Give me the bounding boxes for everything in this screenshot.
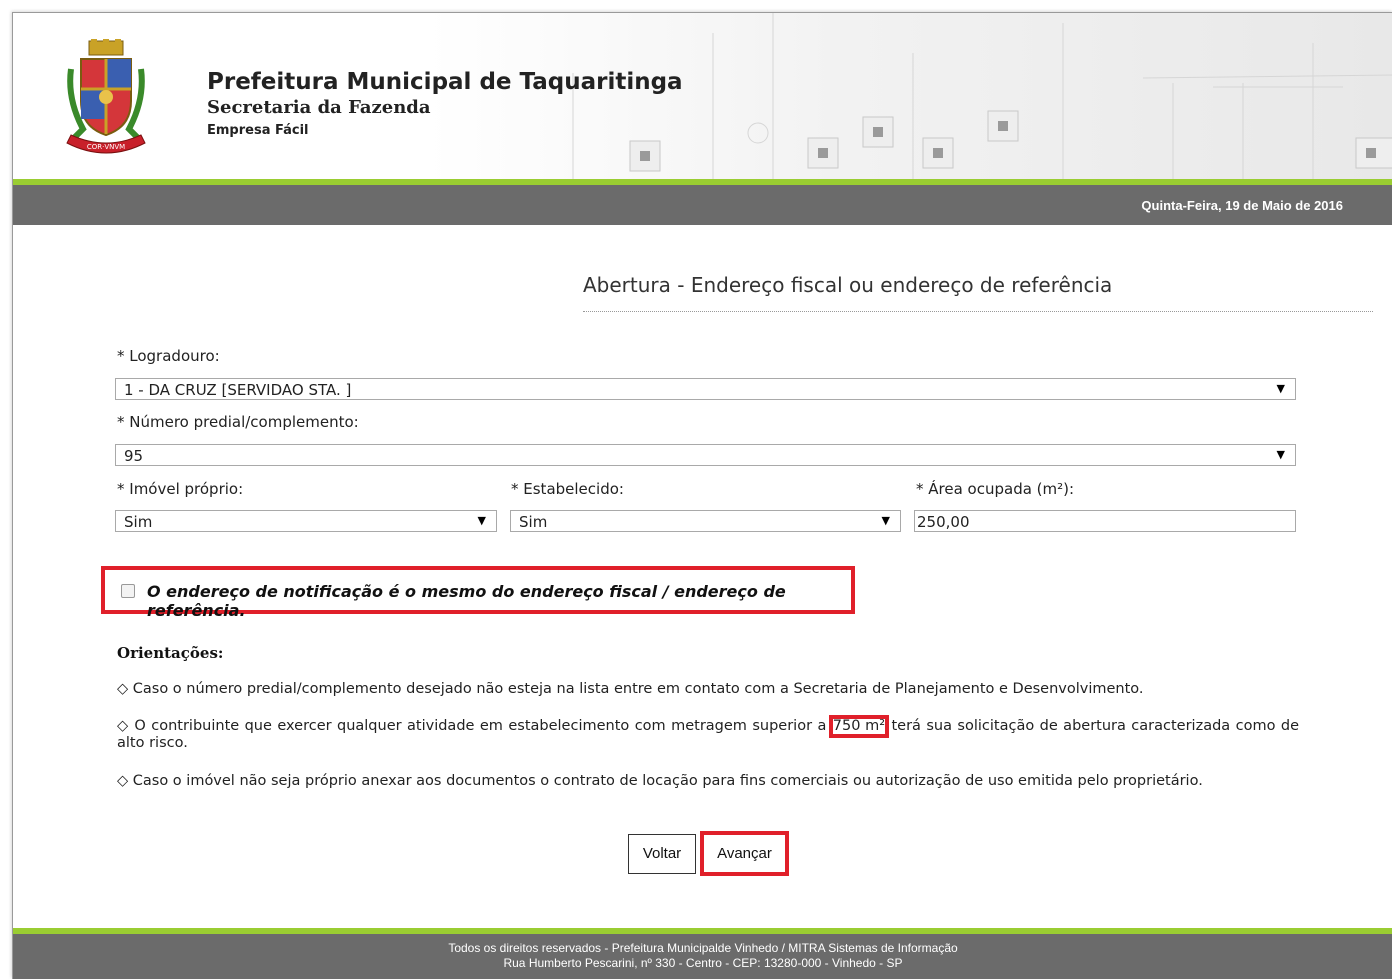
numero-value: 95 bbox=[124, 447, 144, 465]
org-subtitle: Secretaria da Fazenda bbox=[207, 97, 431, 118]
page-title: Abertura - Endereço fiscal ou endereço d… bbox=[583, 273, 1113, 297]
guidelines-heading: Orientações: bbox=[117, 644, 224, 662]
imovel-value: Sim bbox=[124, 513, 153, 531]
chevron-down-icon: ▼ bbox=[1276, 448, 1285, 461]
logradouro-label: * Logradouro: bbox=[117, 347, 220, 365]
page-header: COR·VNVM Prefeitura Municipal de Taquari… bbox=[13, 13, 1392, 179]
guideline-text: ◇ O contribuinte que exercer qualquer at… bbox=[117, 718, 827, 734]
guideline-item: ◇ Caso o imóvel não seja próprio anexar … bbox=[117, 773, 1203, 789]
title-divider bbox=[583, 311, 1373, 312]
svg-text:COR·VNVM: COR·VNVM bbox=[87, 143, 125, 151]
browser-frame: COR·VNVM Prefeitura Municipal de Taquari… bbox=[12, 12, 1392, 979]
org-system-name: Empresa Fácil bbox=[207, 123, 309, 138]
imovel-select[interactable]: Sim ▼ bbox=[115, 510, 497, 532]
chevron-down-icon: ▼ bbox=[1276, 382, 1285, 395]
estabelecido-label: * Estabelecido: bbox=[511, 480, 624, 498]
numero-label: * Número predial/complemento: bbox=[117, 413, 359, 431]
notification-address-option: O endereço de notificação é o mesmo do e… bbox=[101, 566, 855, 620]
area-input[interactable]: 250,00 bbox=[914, 510, 1296, 532]
imovel-label: * Imóvel próprio: bbox=[117, 480, 244, 498]
back-button[interactable]: Voltar bbox=[628, 834, 696, 874]
same-address-label[interactable]: O endereço de notificação é o mesmo do e… bbox=[147, 582, 851, 620]
footer-copyright: Todos os direitos reservados - Prefeitur… bbox=[448, 941, 958, 955]
current-date: Quinta-Feira, 19 de Maio de 2016 bbox=[1141, 198, 1343, 213]
estabelecido-value: Sim bbox=[519, 513, 548, 531]
area-label: * Área ocupada (m²): bbox=[916, 480, 1075, 498]
chevron-down-icon: ▼ bbox=[881, 514, 890, 527]
guideline-item: ◇ Caso o número predial/complemento dese… bbox=[117, 681, 1144, 697]
header-decoration bbox=[572, 13, 1392, 179]
footer-address: Rua Humberto Pescarini, nº 330 - Centro … bbox=[503, 956, 903, 970]
date-bar: Quinta-Feira, 19 de Maio de 2016 bbox=[13, 185, 1392, 225]
guideline-item: ◇ O contribuinte que exercer qualquer at… bbox=[117, 715, 1299, 752]
area-limit-highlight: 750 m² bbox=[828, 715, 890, 738]
estabelecido-select[interactable]: Sim ▼ bbox=[510, 510, 901, 532]
logradouro-select[interactable]: 1 - DA CRUZ [SERVIDAO STA. ] ▼ bbox=[115, 378, 1296, 400]
coat-of-arms-logo: COR·VNVM bbox=[66, 39, 146, 154]
org-title: Prefeitura Municipal de Taquaritinga bbox=[207, 69, 683, 95]
same-address-checkbox[interactable] bbox=[121, 584, 135, 598]
logradouro-value: 1 - DA CRUZ [SERVIDAO STA. ] bbox=[124, 381, 352, 399]
next-button[interactable]: Avançar bbox=[700, 831, 789, 876]
chevron-down-icon: ▼ bbox=[477, 514, 486, 527]
numero-select[interactable]: 95 ▼ bbox=[115, 444, 1296, 466]
page-footer: Todos os direitos reservados - Prefeitur… bbox=[13, 934, 1392, 979]
